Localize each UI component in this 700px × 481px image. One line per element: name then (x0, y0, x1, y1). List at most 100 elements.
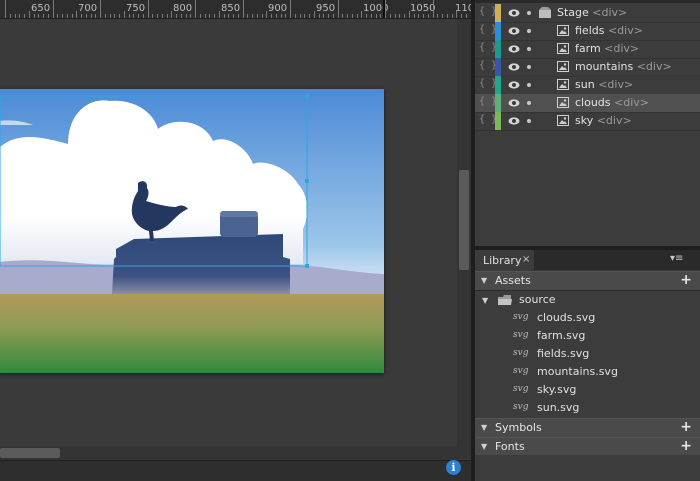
layer-color-swatch (495, 4, 501, 22)
ruler-tick (347, 14, 348, 18)
ruler-tick (224, 14, 225, 18)
ruler-tick (157, 14, 158, 18)
ruler-tick (34, 14, 35, 18)
ruler-tick (409, 11, 410, 18)
ruler-tick (214, 14, 215, 18)
library-file-row[interactable]: svg sky.svg (475, 381, 700, 399)
ruler-tick (338, 0, 339, 18)
image-icon (557, 43, 569, 54)
ruler-tick (91, 14, 92, 18)
layer-name: fields <div> (575, 24, 643, 37)
ruler-tick (219, 11, 220, 18)
close-icon[interactable]: × (522, 254, 530, 265)
layer-row-clouds[interactable]: { } clouds <div> (475, 94, 700, 113)
lock-dot-icon[interactable] (527, 101, 531, 105)
layer-color-swatch (495, 40, 501, 58)
stage-canvas[interactable] (0, 89, 384, 373)
layer-row-mountains[interactable]: { } mountains <div> (475, 58, 700, 77)
image-icon (557, 115, 569, 126)
library-file-row[interactable]: svg sun.svg (475, 399, 700, 417)
panel-menu-icon[interactable]: ▾≡ (670, 253, 683, 264)
ruler-tick (209, 14, 210, 18)
image-icon (557, 97, 569, 108)
ruler-tick (186, 14, 187, 18)
ruler-tick (233, 14, 234, 18)
ruler-tick (247, 14, 248, 18)
ruler-tick (352, 14, 353, 18)
file-name: sun.svg (537, 401, 580, 414)
eye-icon[interactable] (508, 79, 520, 91)
lock-dot-icon[interactable] (527, 83, 531, 87)
layer-row-farm[interactable]: { } farm <div> (475, 40, 700, 59)
chevron-down-icon: ▼ (482, 296, 489, 305)
folder-name: source (519, 293, 556, 306)
section-title: Symbols (495, 421, 542, 434)
eye-icon[interactable] (508, 7, 520, 19)
status-bar (0, 460, 471, 481)
lock-dot-icon[interactable] (527, 119, 531, 123)
file-name: mountains.svg (537, 365, 618, 378)
ruler-tick (72, 14, 73, 18)
vertical-scroll-thumb[interactable] (459, 170, 469, 270)
layer-name: clouds <div> (575, 96, 650, 109)
ruler-tick (181, 14, 182, 18)
ruler-tick (309, 14, 310, 18)
ruler-tick (124, 11, 125, 18)
ruler-tick (110, 14, 111, 18)
ruler-tick (342, 14, 343, 18)
ruler-tick (10, 14, 11, 18)
add-font-icon[interactable]: + (680, 438, 692, 454)
lock-dot-icon[interactable] (527, 65, 531, 69)
layer-name: sky <div> (575, 114, 632, 127)
layer-tag: <div> (604, 42, 640, 55)
ruler-tick (399, 14, 400, 18)
lock-dot-icon[interactable] (527, 11, 531, 15)
library-file-row[interactable]: svg fields.svg (475, 345, 700, 363)
ruler-tick (176, 14, 177, 18)
info-icon[interactable]: i (446, 460, 461, 475)
eye-icon[interactable] (508, 115, 520, 127)
ruler-tick (43, 14, 44, 18)
layer-name: Stage <div> (557, 6, 628, 19)
folder-row-source[interactable]: ▼ source (475, 291, 700, 309)
add-asset-icon[interactable]: + (680, 272, 692, 288)
library-file-row[interactable]: svg clouds.svg (475, 309, 700, 327)
layer-row-stage[interactable]: { } Stage <div> (475, 4, 700, 23)
horizontal-scroll-thumb[interactable] (0, 448, 60, 458)
ruler-tick (266, 11, 267, 18)
library-file-row[interactable]: svg farm.svg (475, 327, 700, 345)
section-fonts[interactable]: ▼ Fonts + (475, 437, 700, 457)
ruler-tick (357, 14, 358, 18)
ruler-tick (67, 14, 68, 18)
eye-icon[interactable] (508, 43, 520, 55)
folder-icon (498, 295, 512, 305)
ruler-tick (371, 14, 372, 18)
ruler-tick (257, 14, 258, 18)
ruler-tick (195, 0, 196, 18)
eye-icon[interactable] (508, 61, 520, 73)
ruler-tick (319, 14, 320, 18)
layer-tag: <div> (614, 96, 650, 109)
lock-dot-icon[interactable] (527, 29, 531, 33)
section-symbols[interactable]: ▼ Symbols + (475, 418, 700, 438)
layer-tag: <div> (636, 60, 672, 73)
eye-icon[interactable] (508, 25, 520, 37)
horizontal-scrollbar[interactable] (0, 446, 457, 460)
svg-file-icon: svg (513, 330, 529, 340)
eye-icon[interactable] (508, 97, 520, 109)
section-assets[interactable]: ▼ Assets + (475, 271, 700, 291)
ruler-tick (238, 14, 239, 18)
stage-area[interactable]: 650 700 750 800 850 900 950 1000 1050 11… (0, 0, 471, 481)
ruler-tick (24, 14, 25, 18)
ruler-tick (328, 14, 329, 18)
ruler-tick (143, 14, 144, 18)
add-symbol-icon[interactable]: + (680, 419, 692, 435)
file-name: fields.svg (537, 347, 590, 360)
layer-row-fields[interactable]: { } fields <div> (475, 22, 700, 41)
ruler-tick (5, 0, 6, 18)
layer-row-sun[interactable]: { } sun <div> (475, 76, 700, 95)
layer-row-sky[interactable]: { } sky <div> (475, 112, 700, 131)
lock-dot-icon[interactable] (527, 47, 531, 51)
ruler-tick (404, 14, 405, 18)
library-file-row[interactable]: svg mountains.svg (475, 363, 700, 381)
